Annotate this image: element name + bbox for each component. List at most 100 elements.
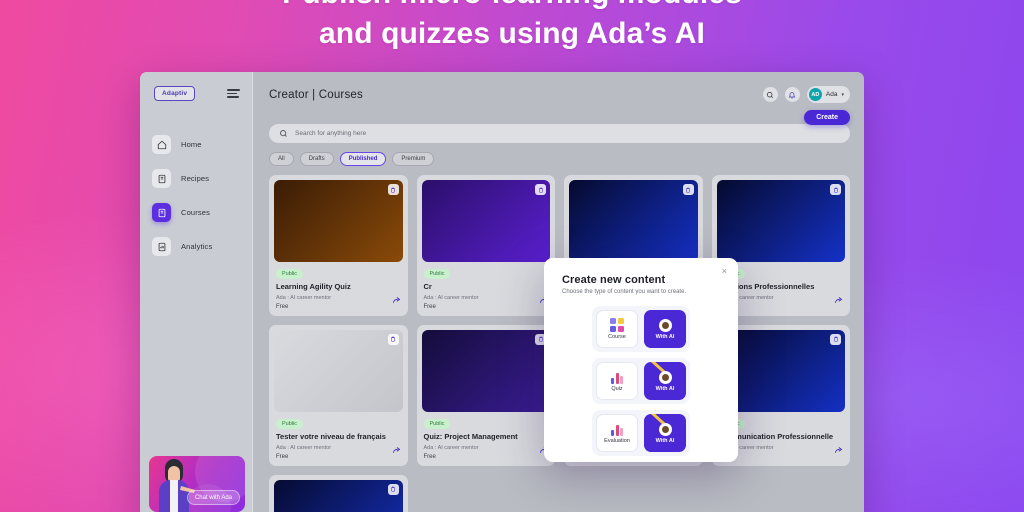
sidebar-item-label: Courses: [181, 208, 210, 217]
share-icon[interactable]: [392, 292, 401, 310]
hero-headline: Publish micro-learning modules and quizz…: [0, 0, 1024, 53]
course-author: Ada : AI career mentor: [276, 294, 332, 301]
sidebar-header: Adaptiv: [140, 72, 252, 101]
sidebar-item-analytics[interactable]: Analytics: [152, 237, 240, 256]
course-price: Free: [423, 303, 436, 310]
app-logo[interactable]: Adaptiv: [154, 86, 196, 101]
course-card[interactable]: Public Quiz: Project Management Ada : AI c…: [416, 324, 555, 466]
option-ai-label: With AI: [655, 385, 675, 392]
option-row-quiz: Quiz With AI: [592, 358, 690, 404]
ai-avatar-icon: [658, 318, 672, 332]
course-card[interactable]: Public Tester votre niveau de français Ada…: [269, 324, 408, 466]
delete-icon[interactable]: [682, 184, 694, 195]
search-icon[interactable]: [762, 87, 778, 102]
share-icon[interactable]: [834, 442, 843, 460]
course-title: Tester votre niveau de français: [276, 431, 386, 441]
delete-icon[interactable]: [387, 333, 399, 345]
status-badge: Public: [276, 418, 303, 429]
course-card[interactable]: Public Learning Agility Quiz Ada : AI care…: [269, 175, 408, 316]
create-course-button[interactable]: Course: [596, 310, 638, 348]
course-thumbnail: [421, 329, 550, 412]
course-author: Ada : AI career mentor: [423, 294, 479, 301]
home-icon: [152, 135, 171, 154]
delete-icon[interactable]: [387, 483, 399, 495]
sidebar-item-home[interactable]: Home: [152, 135, 240, 154]
ai-avatar-icon: [658, 370, 672, 384]
courses-icon: [152, 203, 171, 222]
create-evaluation-with-ai-button[interactable]: With AI: [644, 414, 686, 452]
course-card[interactable]: Public Cr Ada : AI career mentor Free: [416, 175, 555, 316]
filter-chip-all[interactable]: All: [269, 152, 294, 166]
hero-line-1: Publish micro-learning modules: [282, 0, 742, 10]
bar-chart-icon: [611, 371, 623, 384]
chevron-down-icon: ▾: [841, 91, 844, 98]
course-price: Free: [423, 453, 436, 460]
share-icon[interactable]: [392, 442, 401, 460]
option-ai-label: With AI: [655, 333, 675, 340]
filter-chip-drafts[interactable]: Drafts: [299, 152, 334, 166]
course-thumbnail: [274, 479, 403, 512]
modal-subtitle: Choose the type of content you want to c…: [562, 289, 687, 295]
search-bar-wrapper: Search for anything here: [253, 103, 864, 143]
delete-icon[interactable]: [387, 184, 399, 195]
close-icon[interactable]: ×: [722, 266, 727, 276]
course-thumbnail: [421, 180, 550, 262]
user-name: Ada: [825, 91, 838, 98]
chat-with-ada-button[interactable]: Chat with Ada: [186, 490, 240, 505]
sidebar-item-label: Home: [181, 140, 202, 149]
create-content-modal: × Create new content Choose the type of …: [544, 258, 738, 462]
share-icon[interactable]: [834, 292, 843, 310]
hamburger-icon[interactable]: [227, 88, 240, 99]
create-quiz-with-ai-button[interactable]: With AI: [644, 362, 686, 400]
delete-icon[interactable]: [535, 184, 546, 195]
analytics-icon: [152, 237, 171, 256]
user-menu[interactable]: AD Ada ▾: [806, 86, 850, 103]
course-author: Ada : AI career mentor: [276, 444, 332, 451]
status-badge: Public: [423, 269, 451, 279]
sidebar-item-recipes[interactable]: Recipes: [152, 169, 240, 188]
squares-plus-icon: [610, 318, 624, 332]
avatar: AD: [808, 88, 822, 101]
course-title: Learning Agility Quiz: [276, 282, 351, 291]
delete-icon[interactable]: [830, 184, 841, 195]
filter-chip-published[interactable]: Published: [339, 152, 387, 166]
ai-avatar-icon: [658, 422, 672, 436]
course-author: Ada : AI career mentor: [423, 444, 479, 451]
page-title: Creator | Courses: [269, 88, 363, 101]
filter-chip-premium[interactable]: Premium: [392, 152, 435, 166]
course-title: Quiz: Project Management: [423, 431, 518, 441]
option-label: Quiz: [611, 385, 623, 392]
course-thumbnail: [716, 180, 845, 262]
app-window: Adaptiv Home Recipes Courses Analytics C…: [140, 72, 864, 512]
create-evaluation-button[interactable]: Evaluation: [596, 414, 638, 452]
course-thumbnail: [274, 180, 403, 262]
delete-icon[interactable]: [830, 333, 841, 345]
content-type-options: Course With AI Quiz With AI Evaluation W…: [562, 306, 720, 456]
status-badge: Public: [423, 418, 451, 429]
course-price: Free: [276, 453, 289, 460]
sidebar-nav: Home Recipes Courses Analytics: [140, 135, 252, 256]
status-badge: Public: [276, 269, 303, 279]
create-course-with-ai-button[interactable]: With AI: [644, 310, 686, 348]
modal-title: Create new content: [562, 274, 666, 286]
course-thumbnail: [274, 329, 403, 412]
course-title: Cr: [423, 282, 432, 291]
filter-chips: All Drafts Published Premium: [253, 143, 864, 166]
create-quiz-button[interactable]: Quiz: [596, 362, 638, 400]
search-input[interactable]: Search for anything here: [269, 124, 850, 143]
book-icon: [152, 169, 171, 188]
sidebar-item-label: Recipes: [181, 174, 210, 183]
sidebar-item-label: Analytics: [181, 242, 213, 251]
option-row-course: Course With AI: [592, 306, 690, 352]
bell-icon[interactable]: [784, 87, 800, 102]
course-card[interactable]: PublicPrésentation professionnelleAda : …: [269, 474, 408, 512]
option-ai-label: With AI: [655, 437, 675, 444]
chat-with-ada-widget[interactable]: Chat with Ada: [149, 456, 245, 512]
sidebar-item-courses[interactable]: Courses: [152, 203, 240, 222]
course-thumbnail: [569, 180, 698, 262]
create-button[interactable]: Create: [804, 110, 850, 125]
sidebar: Adaptiv Home Recipes Courses Analytics C…: [140, 72, 253, 512]
course-price: Free: [276, 303, 289, 310]
topbar-actions: AD Ada ▾: [762, 86, 850, 103]
search-icon: [280, 130, 287, 137]
